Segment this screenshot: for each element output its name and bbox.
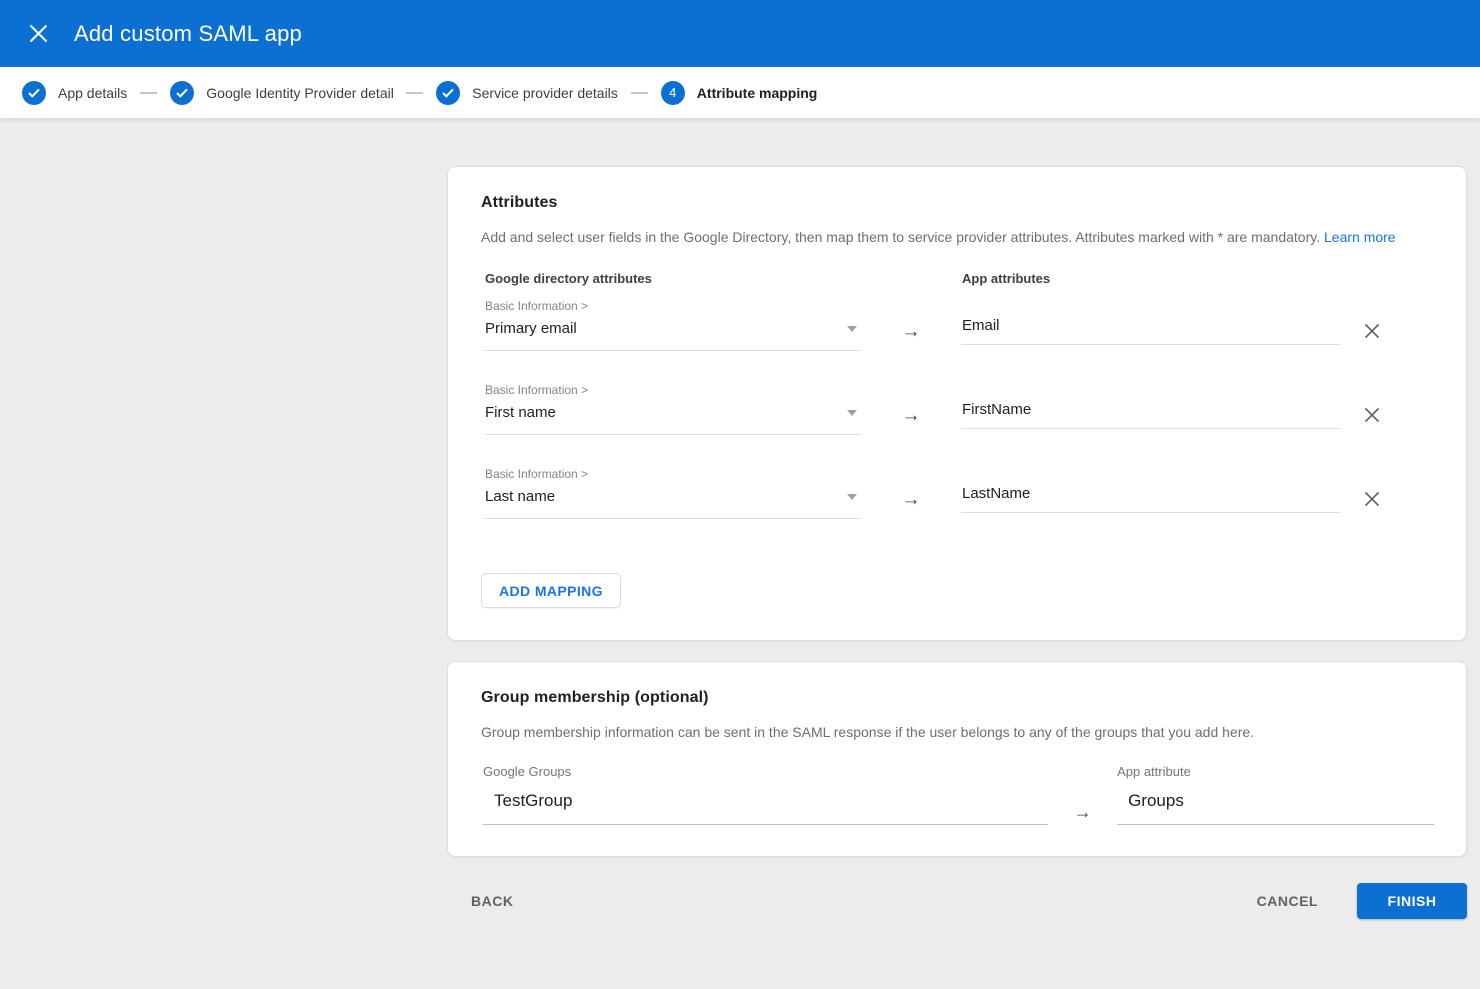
- selected-attribute-value: Primary email: [485, 320, 577, 337]
- arrow-right-icon: →: [861, 489, 961, 511]
- delete-mapping-button[interactable]: [1360, 319, 1384, 346]
- step-label: Google Identity Provider details: [206, 85, 393, 101]
- google-directory-attributes-header: Google directory attributes: [485, 271, 962, 286]
- step-google-idp-details[interactable]: Google Identity Provider details: [170, 81, 393, 105]
- google-attribute-select[interactable]: Basic Information > Last name: [485, 467, 861, 519]
- selected-attribute-value: Last name: [485, 488, 555, 505]
- arrow-right-icon: →: [861, 405, 961, 427]
- selected-attribute-value: First name: [485, 404, 556, 421]
- app-attributes-header: App attributes: [962, 271, 1050, 286]
- dropdown-arrow-icon: [847, 410, 857, 416]
- attributes-description-text: Add and select user fields in the Google…: [481, 229, 1320, 245]
- finish-button[interactable]: FINISH: [1357, 883, 1467, 919]
- add-mapping-button[interactable]: ADD MAPPING: [481, 573, 621, 608]
- close-icon: [29, 24, 48, 43]
- step-label: App details: [58, 85, 127, 101]
- attribute-category-label: Basic Information >: [485, 383, 861, 397]
- attribute-category-label: Basic Information >: [485, 299, 861, 313]
- mapping-row: Basic Information > Last name → LastName: [485, 467, 1434, 519]
- attribute-category-label: Basic Information >: [485, 467, 861, 481]
- group-card-title: Group membership (optional): [481, 689, 1434, 707]
- step-label: Service provider details: [472, 85, 618, 101]
- dropdown-arrow-icon: [847, 494, 857, 500]
- back-button[interactable]: BACK: [459, 883, 525, 919]
- mapping-columns-header: Google directory attributes App attribut…: [485, 271, 1434, 286]
- arrow-right-icon: →: [861, 321, 961, 343]
- close-icon: [1364, 491, 1380, 507]
- wizard-footer: BACK CANCEL FINISH: [447, 883, 1467, 919]
- attributes-card-title: Attributes: [481, 194, 1434, 212]
- group-membership-card: Group membership (optional) Group member…: [447, 661, 1467, 857]
- step-completed-check-icon: [22, 81, 46, 105]
- group-card-description: Group membership information can be sent…: [481, 724, 1434, 740]
- step-completed-check-icon: [170, 81, 194, 105]
- step-label: Attribute mapping: [697, 85, 818, 101]
- step-connector: [631, 92, 648, 94]
- wizard-stepper: App details Google Identity Provider det…: [0, 67, 1480, 119]
- app-attribute-input[interactable]: Email: [961, 317, 1340, 345]
- attributes-card-description: Add and select user fields in the Google…: [481, 229, 1434, 245]
- app-attribute-value: Email: [962, 317, 1000, 334]
- app-attribute-value: LastName: [962, 485, 1030, 502]
- step-app-details[interactable]: App details: [22, 81, 127, 105]
- google-groups-input[interactable]: TestGroup: [483, 791, 1048, 825]
- arrow-right-icon: →: [1048, 802, 1117, 823]
- group-app-attribute-label: App attribute: [1117, 764, 1434, 779]
- app-attribute-input[interactable]: LastName: [961, 485, 1340, 513]
- main-content: Attributes Add and select user fields in…: [0, 119, 1480, 919]
- app-attribute-input[interactable]: FirstName: [961, 401, 1340, 429]
- google-groups-label: Google Groups: [483, 764, 1048, 779]
- cancel-button[interactable]: CANCEL: [1245, 883, 1330, 919]
- step-completed-check-icon: [436, 81, 460, 105]
- delete-mapping-button[interactable]: [1360, 487, 1384, 514]
- group-mapping-row: Google Groups TestGroup → App attribute …: [483, 764, 1434, 825]
- group-app-attribute-input[interactable]: Groups: [1117, 791, 1434, 825]
- close-icon: [1364, 323, 1380, 339]
- step-connector: [140, 92, 157, 94]
- google-attribute-select[interactable]: Basic Information > First name: [485, 383, 861, 435]
- google-attribute-select[interactable]: Basic Information > Primary email: [485, 299, 861, 351]
- app-header-bar: Add custom SAML app: [0, 0, 1480, 67]
- dropdown-arrow-icon: [847, 326, 857, 332]
- close-button[interactable]: [18, 14, 58, 54]
- mapping-row: Basic Information > First name → FirstNa…: [485, 383, 1434, 435]
- mapping-row: Basic Information > Primary email → Emai…: [485, 299, 1434, 351]
- dialog-title: Add custom SAML app: [74, 21, 302, 47]
- attributes-card: Attributes Add and select user fields in…: [447, 166, 1467, 641]
- step-connector: [406, 92, 423, 94]
- step-service-provider-details[interactable]: Service provider details: [436, 81, 618, 105]
- delete-mapping-button[interactable]: [1360, 403, 1384, 430]
- step-number-badge: 4: [661, 81, 685, 105]
- close-icon: [1364, 407, 1380, 423]
- app-attribute-value: FirstName: [962, 401, 1031, 418]
- step-attribute-mapping: 4 Attribute mapping: [661, 81, 818, 105]
- learn-more-link[interactable]: Learn more: [1324, 229, 1396, 245]
